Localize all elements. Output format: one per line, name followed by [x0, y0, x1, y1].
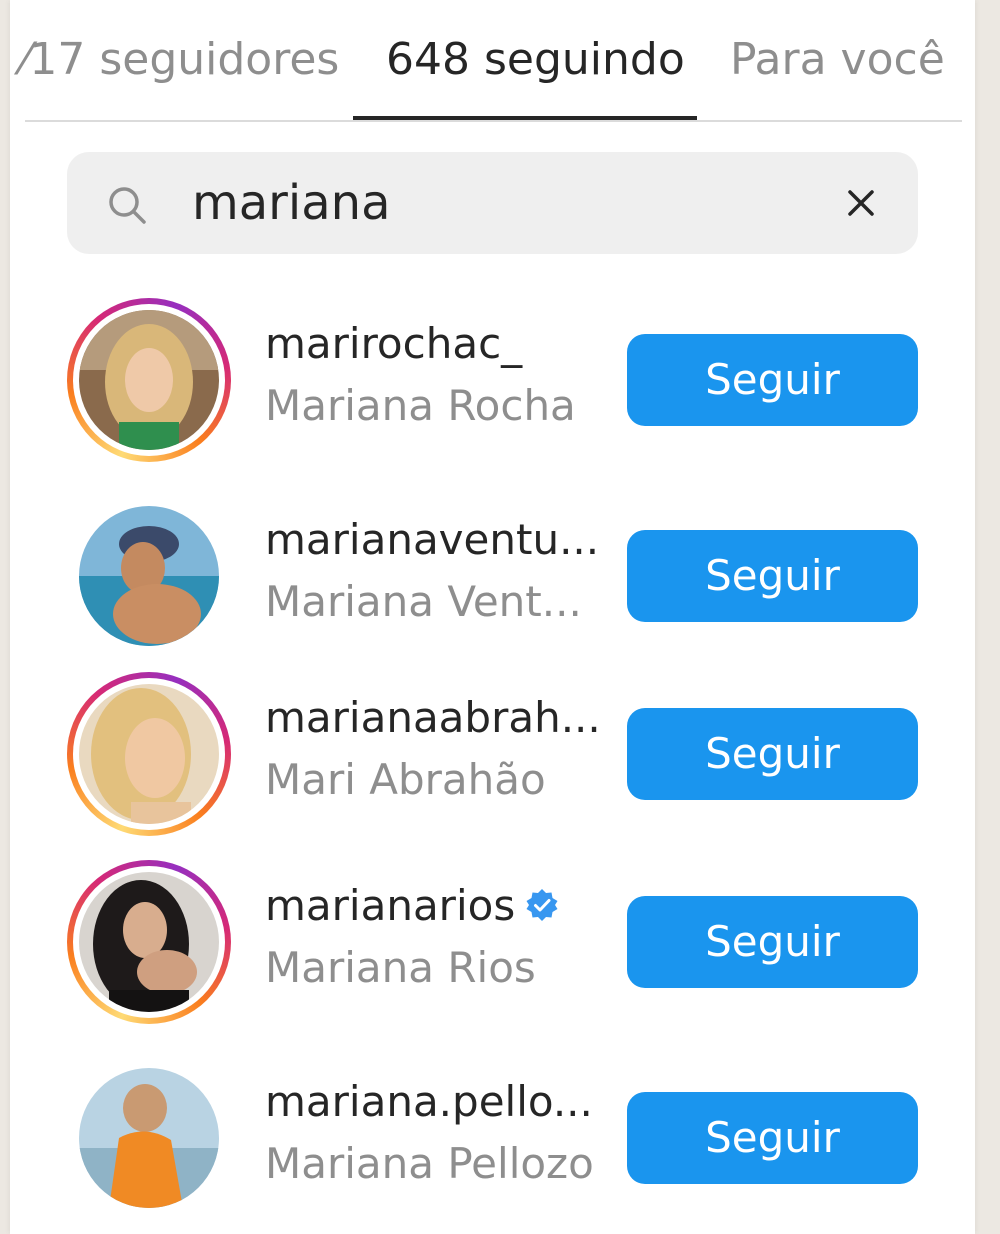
- tab-followers[interactable]: ⁄17 seguidores: [22, 30, 339, 90]
- avatar: [79, 1068, 219, 1208]
- username[interactable]: marirochac_: [265, 316, 522, 372]
- list-item[interactable]: marianaabrah... Mari Abrahão Seguir: [10, 672, 975, 836]
- follow-button[interactable]: Seguir: [627, 530, 918, 622]
- avatar: [79, 506, 219, 646]
- full-name: Mariana Vent...: [265, 577, 582, 626]
- full-name: Mariana Rocha: [265, 381, 576, 430]
- story-ring[interactable]: [67, 860, 231, 1024]
- avatar-frame[interactable]: [67, 494, 231, 658]
- search-icon: [109, 187, 146, 224]
- full-name: Mari Abrahão: [265, 755, 546, 804]
- tabs-divider: [25, 120, 962, 122]
- list-item[interactable]: marirochac_ Mariana Rocha Seguir: [10, 298, 975, 462]
- search-input[interactable]: [192, 168, 792, 238]
- following-list-panel: ⁄17 seguidores 648 seguindo Para você ma…: [10, 0, 975, 1234]
- verified-badge-icon: [526, 888, 558, 921]
- list-item[interactable]: mariana.pello... Mariana Pellozo Seguir: [10, 1056, 975, 1216]
- username[interactable]: marianaventu...: [265, 512, 599, 568]
- avatar: [79, 872, 219, 1012]
- story-ring[interactable]: [67, 672, 231, 836]
- list-item[interactable]: marianaventu... Mariana Vent... Seguir: [10, 494, 975, 654]
- avatar: [79, 310, 219, 450]
- tab-following[interactable]: 648 seguindo: [386, 30, 685, 90]
- username[interactable]: mariana.pello...: [265, 1074, 593, 1130]
- follow-button[interactable]: Seguir: [627, 896, 918, 988]
- follow-button[interactable]: Seguir: [627, 708, 918, 800]
- close-icon[interactable]: [837, 179, 885, 227]
- full-name: Mariana Pellozo: [265, 1139, 594, 1188]
- username[interactable]: marianaabrah...: [265, 690, 601, 746]
- username-text: marianarios: [265, 881, 516, 930]
- story-ring[interactable]: [67, 298, 231, 462]
- follow-button[interactable]: Seguir: [627, 1092, 918, 1184]
- search-bar[interactable]: [67, 152, 918, 254]
- tab-bar: ⁄17 seguidores 648 seguindo Para você: [10, 0, 975, 122]
- avatar: [79, 684, 219, 824]
- list-item[interactable]: marianarios Mariana Rios Seguir: [10, 860, 975, 1024]
- username[interactable]: marianarios: [265, 878, 559, 934]
- tab-suggested[interactable]: Para você: [730, 30, 945, 90]
- avatar-frame[interactable]: [67, 1056, 231, 1220]
- active-tab-indicator: [353, 116, 697, 120]
- follow-button[interactable]: Seguir: [627, 334, 918, 426]
- full-name: Mariana Rios: [265, 943, 536, 992]
